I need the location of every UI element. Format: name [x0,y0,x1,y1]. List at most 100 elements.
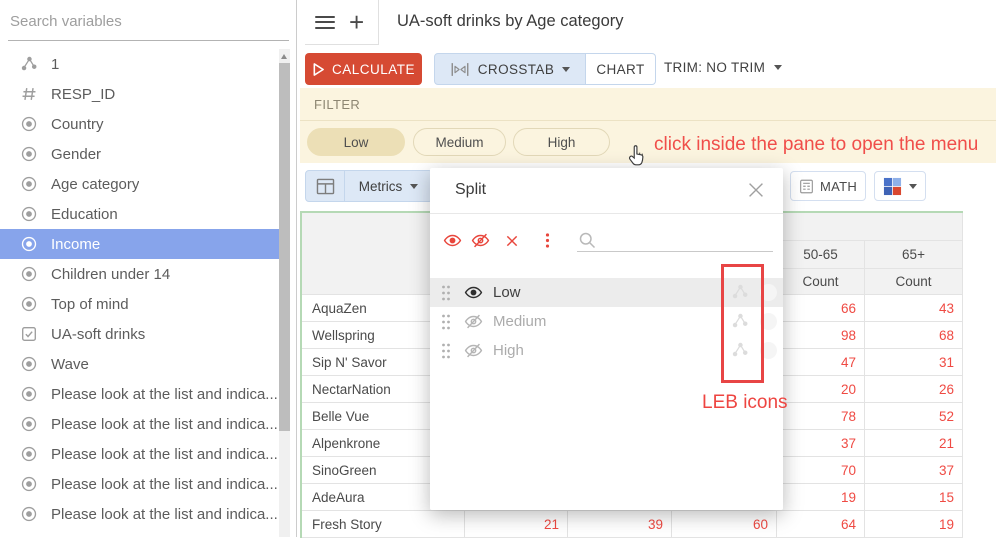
math-button[interactable]: MATH [790,171,866,201]
calculate-button[interactable]: CALCULATE [305,53,422,85]
filter-chip-label: Low [344,135,369,150]
crosstab-label: CROSSTAB [478,62,554,77]
layout-button[interactable] [305,170,345,202]
hide-all-icon[interactable] [471,231,490,250]
table-cell: 98 [777,322,865,349]
filter-chip-label: Medium [435,135,483,150]
split-item-label: Low [493,284,521,301]
variable-item[interactable]: Age category [0,169,279,199]
variable-item[interactable]: Children under 14 [0,259,279,289]
variable-type-icon [20,265,38,283]
table-cell: 60 [672,511,777,538]
drag-handle-icon[interactable] [440,284,452,302]
variable-type-icon [20,235,38,253]
drag-handle-icon[interactable] [440,342,452,360]
filter-chip[interactable]: Medium [413,128,506,156]
filter-chip[interactable]: High [513,128,610,156]
table-cell: 43 [865,295,963,322]
show-all-icon[interactable] [443,231,462,250]
variable-item[interactable]: Country [0,109,279,139]
table-cell: 68 [865,322,963,349]
variable-label: UA-soft drinks [51,326,145,343]
variable-item[interactable]: UA-soft drinks [0,319,279,349]
annotation-leb-label: LEB icons [702,392,788,414]
crosstab-toggle-button[interactable]: CROSSTAB [434,53,586,85]
variable-item[interactable]: Top of mind [0,289,279,319]
table-cell: 19 [777,484,865,511]
table-cell: 78 [777,403,865,430]
variable-label: Education [51,206,118,223]
filter-chip[interactable]: Low [307,128,405,156]
table-cell: 20 [777,376,865,403]
color-scheme-button[interactable] [874,171,926,201]
variable-type-icon [20,325,38,343]
drag-handle-icon[interactable] [440,313,452,331]
variable-item[interactable]: Please look at the list and indica... [0,379,279,409]
table-layout-icon [316,178,335,195]
chevron-down-icon[interactable] [562,67,570,72]
variable-item[interactable]: Please look at the list and indica... [0,409,279,439]
variable-label: Please look at the list and indica... [51,506,278,523]
variable-item[interactable]: Education [0,199,279,229]
variable-item[interactable]: Wave [0,349,279,379]
sidebar-scrollbar[interactable] [279,49,290,537]
variables-list: 1 RESP_ID Country Gender Age category [0,49,279,529]
report-tab-box: + [305,0,379,45]
variable-label: Please look at the list and indica... [51,416,278,433]
trim-dropdown[interactable]: TRIM: NO TRIM [664,60,782,75]
split-search-input[interactable] [577,228,773,252]
variable-type-icon [20,475,38,493]
chevron-down-icon [410,184,418,189]
column-header: Count [777,269,865,295]
column-header: 65+ [865,241,963,269]
variable-label: Top of mind [51,296,129,313]
variable-label: Please look at the list and indica... [51,446,278,463]
scroll-up-icon[interactable] [281,54,287,59]
menu-icon[interactable] [315,16,335,29]
variable-type-icon [20,115,38,133]
chart-label: CHART [596,62,644,77]
annotation-highlight-rectangle [721,264,764,383]
split-item-label: High [493,342,524,359]
variable-item[interactable]: Please look at the list and indica... [0,499,279,529]
view-toggle: CROSSTAB CHART [434,53,656,85]
variable-item[interactable]: RESP_ID [0,79,279,109]
calculate-label: CALCULATE [332,62,415,77]
divider [430,213,783,214]
column-header: Count [865,269,963,295]
split-item-label: Medium [493,313,546,330]
chevron-down-icon[interactable] [909,184,917,189]
visibility-toggle-icon[interactable] [464,341,483,360]
more-options-icon[interactable] [538,231,557,250]
variable-label: Please look at the list and indica... [51,386,278,403]
visibility-toggle-icon[interactable] [464,312,483,331]
variable-item[interactable]: Income [0,229,279,259]
metrics-dropdown[interactable]: Metrics [345,170,433,202]
chart-toggle-button[interactable]: CHART [586,53,656,85]
close-icon[interactable] [745,179,767,201]
variable-label: Please look at the list and indica... [51,476,278,493]
table-cell: 19 [865,511,963,538]
table-cell: 66 [777,295,865,322]
scrollbar-thumb[interactable] [279,63,290,431]
page-title: UA-soft drinks by Age category [397,12,624,31]
filter-pane[interactable]: FILTER Low Medium High click inside the … [300,88,996,163]
variable-type-icon [20,505,38,523]
search-variables-input[interactable] [8,0,293,42]
variable-item[interactable]: Please look at the list and indica... [0,469,279,499]
visibility-toggle-icon[interactable] [464,283,483,302]
table-cell: 15 [865,484,963,511]
metrics-label: Metrics [359,179,403,194]
variable-item[interactable]: Please look at the list and indica... [0,439,279,469]
table-cell: 39 [568,511,672,538]
filter-chip-label: High [548,135,576,150]
remove-icon[interactable] [504,233,520,249]
table-cell: 26 [865,376,963,403]
variable-type-icon [20,145,38,163]
add-tab-icon[interactable]: + [349,12,364,32]
variable-item[interactable]: Gender [0,139,279,169]
table-cell: 21 [465,511,568,538]
variable-type-icon [20,385,38,403]
math-label: MATH [820,179,857,194]
variable-item[interactable]: 1 [0,49,279,79]
